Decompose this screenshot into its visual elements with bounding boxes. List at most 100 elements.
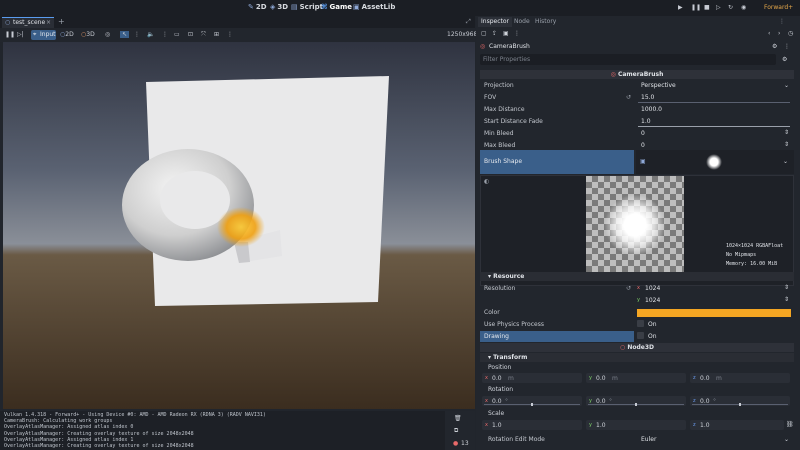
checkerboard bbox=[586, 176, 684, 274]
clear-icon[interactable]: 🗑 bbox=[454, 415, 462, 422]
prop-drawing[interactable]: Drawing bbox=[480, 331, 634, 342]
add-scene-button[interactable]: + bbox=[58, 17, 65, 26]
color-picker-button[interactable] bbox=[637, 309, 791, 317]
pause-icon[interactable]: ❚❚ bbox=[691, 4, 701, 11]
output-console[interactable]: Vulkan 1.4.318 - Forward+ - Using Device… bbox=[0, 411, 445, 450]
prop-brush-shape[interactable]: Brush Shape bbox=[480, 150, 634, 174]
scale-x-field[interactable]: x 1.0 bbox=[482, 420, 582, 430]
mode-3d-button[interactable]: ◈ 3D bbox=[270, 3, 288, 11]
prop-projection[interactable]: Projection Perspective ⌄ bbox=[480, 80, 794, 91]
3d-icon: ◈ bbox=[270, 3, 276, 11]
revert-icon[interactable]: ↺ bbox=[626, 285, 631, 292]
filter-options-icon[interactable]: ⚙ bbox=[782, 56, 787, 63]
copy-icon[interactable]: ⧉ bbox=[454, 427, 458, 435]
spin-icon[interactable]: ⇕ bbox=[784, 129, 789, 136]
tab-node[interactable]: Node bbox=[511, 17, 533, 27]
position-x-field[interactable]: x 0.0 m bbox=[482, 373, 582, 383]
prop-fov[interactable]: FOV ↺ 15.0 bbox=[480, 92, 794, 103]
play-scene-icon[interactable]: ▷ bbox=[716, 4, 721, 11]
link-icon[interactable]: ⛓ bbox=[786, 421, 794, 428]
pause-game-icon[interactable]: ❚❚ bbox=[5, 31, 15, 38]
play-icon[interactable]: ▶ bbox=[678, 4, 683, 11]
camera-override-icon[interactable]: ◎ bbox=[105, 31, 110, 38]
select-3d-button[interactable]: ○3D bbox=[81, 31, 95, 38]
tab-history[interactable]: History bbox=[532, 17, 559, 27]
select-mode-icon[interactable]: ↖ bbox=[120, 31, 130, 38]
fade-slider[interactable] bbox=[638, 126, 790, 127]
tab-inspector[interactable]: Inspector bbox=[478, 17, 512, 27]
mode-assetlib-button[interactable]: ▣ AssetLib bbox=[353, 3, 395, 11]
list-select-icon[interactable]: ⋮ bbox=[134, 31, 140, 38]
filter-properties-input[interactable]: Filter Properties bbox=[480, 54, 776, 65]
channel-icon[interactable]: ◐ bbox=[484, 178, 489, 185]
mode-game-button[interactable]: ⌘ Game bbox=[321, 3, 352, 11]
stretch-icon[interactable]: ⊞ bbox=[214, 31, 219, 38]
rotation-z-field[interactable]: z 0.0 ° bbox=[690, 396, 790, 406]
panel-menu-icon[interactable]: ⋮ bbox=[779, 18, 785, 25]
spin-icon[interactable]: ⇕ bbox=[784, 141, 789, 148]
object-menu-icon[interactable]: ⚙ bbox=[772, 43, 777, 50]
brush-shape-picker[interactable]: ▣ ⌄ bbox=[636, 150, 794, 174]
select-2d-button[interactable]: ○2D bbox=[60, 31, 74, 38]
scale-z-field[interactable]: z 1.0 bbox=[690, 420, 784, 430]
remote-debug-icon[interactable]: ↻ bbox=[728, 4, 733, 11]
assetlib-icon: ▣ bbox=[353, 3, 360, 11]
prop-rotation-edit-mode[interactable]: Rotation Edit Mode Euler ⌄ bbox=[480, 434, 794, 445]
class-header-camerabrush[interactable]: ◎ CameraBrush bbox=[480, 70, 794, 79]
mode-2d-button[interactable]: ✎ 2D bbox=[248, 3, 267, 11]
checkbox[interactable] bbox=[637, 320, 644, 327]
checkbox[interactable] bbox=[637, 332, 644, 339]
movie-icon[interactable]: ◉ bbox=[741, 4, 746, 11]
prop-color[interactable]: Color bbox=[480, 307, 794, 318]
transform-section-header[interactable]: ▾ Transform bbox=[480, 353, 794, 362]
prop-resolution[interactable]: Resolution ↺ x 1024 ⇕ bbox=[480, 283, 794, 294]
speaker-icon[interactable]: 🔈 bbox=[147, 31, 154, 38]
console-sidebar: 🗑 ⧉ ● 13 bbox=[445, 411, 475, 450]
input-toggle-button[interactable]: ⌖ Input bbox=[31, 30, 56, 40]
resource-menu-icon[interactable]: ⋮ bbox=[514, 30, 520, 37]
scale-y-field[interactable]: y 1.0 bbox=[586, 420, 686, 430]
spin-icon[interactable]: ⇕ bbox=[784, 284, 789, 291]
object-options-icon[interactable]: ⋮ bbox=[784, 43, 790, 50]
scene-icon: ○ bbox=[5, 19, 11, 26]
new-resource-icon[interactable]: ▢ bbox=[481, 30, 487, 37]
2d-icon: ✎ bbox=[248, 3, 254, 11]
scene-tab-test-scene[interactable]: ○ test_scene × bbox=[2, 17, 54, 28]
prop-min-bleed[interactable]: Min Bleed 0 ⇕ bbox=[480, 128, 794, 139]
next-frame-icon[interactable]: ▷| bbox=[17, 31, 24, 38]
error-icon[interactable]: ● bbox=[453, 440, 458, 447]
position-y-field[interactable]: y 0.0 m bbox=[586, 373, 686, 383]
position-z-field[interactable]: z 0.0 m bbox=[690, 373, 790, 383]
resource-section-header[interactable]: ▾ Resource bbox=[480, 272, 794, 281]
game-render bbox=[3, 42, 475, 409]
rotation-x-field[interactable]: x 0.0 ° bbox=[482, 396, 582, 406]
rotation-y-field[interactable]: y 0.0 ° bbox=[586, 396, 686, 406]
close-icon[interactable]: × bbox=[46, 19, 51, 26]
prop-resolution-y[interactable]: y 1024 ⇕ bbox=[480, 295, 794, 306]
fov-slider[interactable] bbox=[638, 102, 790, 103]
renderer-dropdown[interactable]: Forward+ bbox=[764, 4, 793, 11]
history-icon[interactable]: ◷ bbox=[788, 30, 793, 37]
top-bar: ✎ 2D ◈ 3D ▤ Script ⌘ Game ▣ AssetLib ▶ ❚❚ ■ ▷… bbox=[0, 0, 800, 16]
load-resource-icon[interactable]: ⇪ bbox=[492, 30, 497, 37]
options-icon[interactable]: ⋮ bbox=[162, 31, 168, 38]
stop-icon[interactable]: ■ bbox=[704, 4, 710, 11]
revert-icon[interactable]: ↺ bbox=[626, 94, 631, 101]
spin-icon[interactable]: ⇕ bbox=[784, 296, 789, 303]
game-viewport[interactable] bbox=[3, 42, 475, 409]
fixed-size-icon[interactable]: ⊡ bbox=[188, 31, 193, 38]
save-resource-icon[interactable]: ▣ bbox=[503, 30, 509, 37]
camera-icon[interactable]: ▭ bbox=[174, 31, 180, 38]
forward-icon[interactable]: › bbox=[778, 30, 780, 37]
prop-max-distance[interactable]: Max Distance 1000.0 bbox=[480, 104, 794, 115]
inspector-panel: Inspector Node History ⋮ ▢ ⇪ ▣ ⋮ ‹ › ◷ ◎… bbox=[476, 16, 800, 450]
prop-start-distance-fade[interactable]: Start Distance Fade 1.0 bbox=[480, 116, 794, 127]
prop-use-physics-process[interactable]: Use Physics Process On bbox=[480, 319, 794, 330]
keep-aspect-icon[interactable]: ⤧ bbox=[201, 31, 206, 39]
embed-options-icon[interactable]: ⋮ bbox=[227, 31, 233, 38]
mode-script-button[interactable]: ▤ Script bbox=[291, 3, 323, 11]
class-header-node3d[interactable]: ○ Node3D bbox=[480, 343, 794, 352]
back-icon[interactable]: ‹ bbox=[768, 30, 770, 37]
distraction-free-icon[interactable]: ⤢ bbox=[466, 18, 471, 26]
game-icon: ⌘ bbox=[321, 3, 328, 11]
